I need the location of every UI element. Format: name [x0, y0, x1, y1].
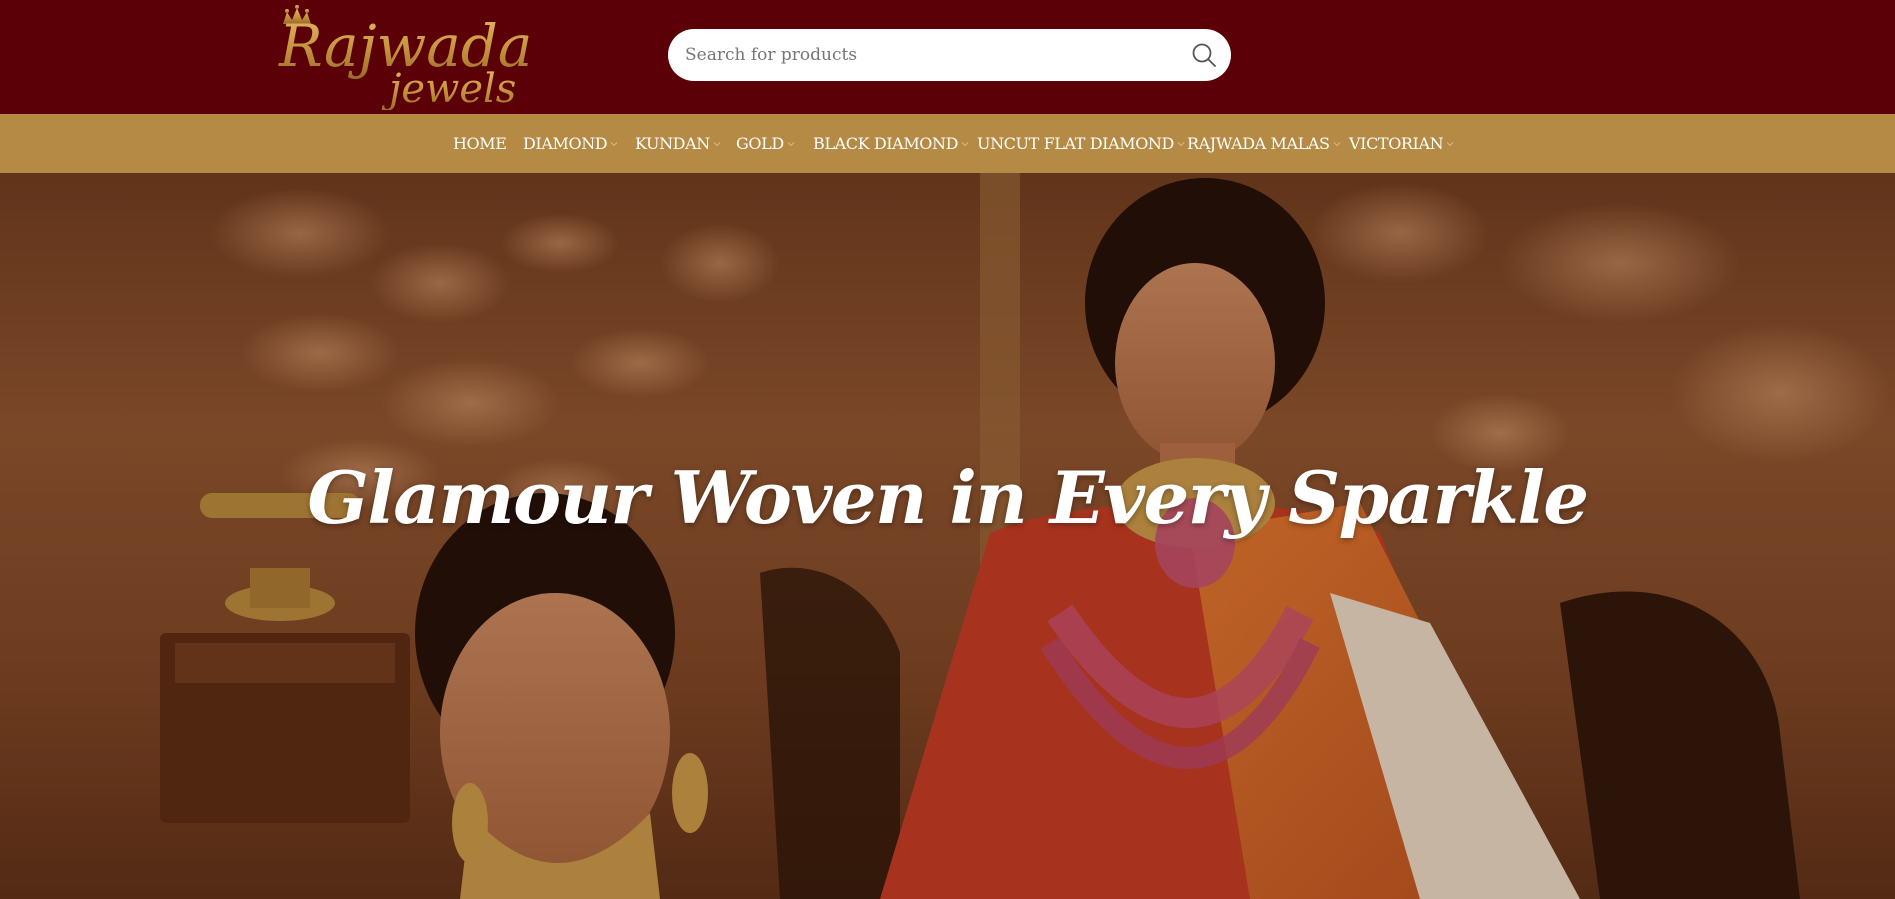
- nav-item-label: VICTORIAN: [1349, 134, 1444, 153]
- hero-banner: Glamour Woven in Every Sparkle: [0, 173, 1895, 899]
- nav-item-kundan[interactable]: KUNDAN: [635, 114, 721, 173]
- brand-logo-image: Rajwada jewels: [278, 5, 533, 110]
- nav-item-label: UNCUT FLAT DIAMOND: [977, 134, 1174, 153]
- nav-item-victorian[interactable]: VICTORIAN: [1349, 114, 1454, 173]
- search-bar: [668, 29, 1231, 81]
- search-icon[interactable]: [1191, 42, 1217, 68]
- main-navigation: HOME DIAMOND KUNDAN GOLD BLACK DIAMOND U…: [0, 114, 1895, 173]
- chevron-down-icon: [1446, 140, 1454, 148]
- brand-logo[interactable]: Rajwada jewels: [277, 0, 539, 110]
- nav-item-label: DIAMOND: [523, 134, 608, 153]
- nav-item-gold[interactable]: GOLD: [736, 114, 795, 173]
- hero-title: Glamour Woven in Every Sparkle: [307, 455, 1589, 540]
- chevron-down-icon: [713, 140, 721, 148]
- chevron-down-icon: [610, 140, 618, 148]
- nav-item-rajwada-malas[interactable]: RAJWADA MALAS: [1187, 114, 1341, 173]
- search-input[interactable]: [685, 29, 1165, 81]
- logo-wordmark-bottom: jewels: [381, 66, 516, 110]
- nav-item-home[interactable]: HOME: [453, 114, 507, 173]
- chevron-down-icon: [787, 140, 795, 148]
- nav-item-black-diamond[interactable]: BLACK DIAMOND: [813, 114, 969, 173]
- nav-item-label: BLACK DIAMOND: [813, 134, 959, 153]
- nav-item-label: RAJWADA MALAS: [1187, 134, 1330, 153]
- nav-item-diamond[interactable]: DIAMOND: [523, 114, 618, 173]
- nav-item-label: KUNDAN: [635, 134, 710, 153]
- chevron-down-icon: [961, 140, 969, 148]
- chevron-down-icon: [1177, 140, 1185, 148]
- chevron-down-icon: [1333, 140, 1341, 148]
- site-header: Rajwada jewels: [0, 0, 1895, 114]
- nav-item-uncut-flat-diamond[interactable]: UNCUT FLAT DIAMOND: [977, 114, 1185, 173]
- nav-item-label: HOME: [453, 134, 507, 153]
- nav-item-label: GOLD: [736, 134, 784, 153]
